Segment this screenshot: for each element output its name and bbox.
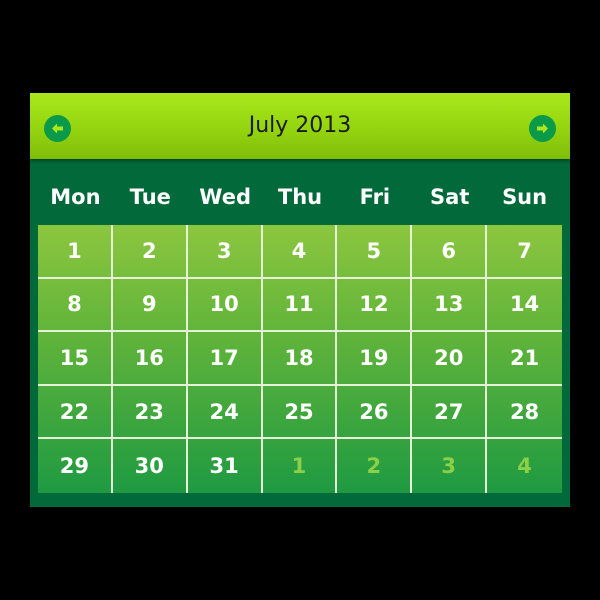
day-cell[interactable]: 1 [38, 225, 113, 279]
day-cell[interactable]: 3 [187, 225, 263, 279]
day-cell[interactable]: 26 [337, 385, 413, 440]
weekday-wed: Wed [199, 185, 251, 209]
day-cell[interactable]: 14 [487, 279, 562, 333]
day-cell[interactable]: 24 [187, 385, 263, 440]
day-cell[interactable]: 2 [112, 225, 188, 279]
day-cell[interactable]: 20 [412, 332, 488, 386]
calendar-widget: July 2013 Mon Tue Wed Thu Fri Sat Sun 12345678… [30, 93, 570, 507]
day-cell[interactable]: 10 [187, 278, 263, 333]
weekday-fri: Fri [359, 185, 391, 209]
day-cell[interactable]: 11 [262, 278, 338, 333]
next-month-button[interactable] [529, 115, 556, 142]
day-cell[interactable]: 29 [38, 439, 113, 493]
day-cell[interactable]: 15 [38, 332, 113, 386]
day-cell[interactable]: 13 [412, 278, 488, 333]
day-cell[interactable]: 27 [412, 385, 488, 440]
day-cell[interactable]: 17 [187, 332, 263, 386]
day-cell[interactable]: 5 [337, 225, 413, 279]
day-cell[interactable]: 25 [262, 385, 338, 440]
day-cell[interactable]: 21 [487, 332, 562, 386]
day-cell-next-month[interactable]: 4 [487, 439, 562, 493]
month-title: July 2013 [248, 113, 352, 138]
day-cell[interactable]: 16 [112, 332, 188, 386]
day-cell[interactable]: 31 [188, 439, 263, 493]
day-cell[interactable]: 23 [112, 385, 188, 440]
day-cell[interactable]: 22 [38, 385, 113, 440]
day-grid: 1 2 3 4 5 6 7 8 9 10 11 12 13 14 15 16 17 18 19 20 21 22 23 24 2… [38, 225, 562, 493]
weekday-tue: Tue [129, 185, 171, 209]
day-cell[interactable]: 8 [38, 278, 113, 333]
day-cell-next-month[interactable]: 2 [337, 439, 413, 493]
weekday-sun: Sun [502, 185, 548, 209]
day-cell[interactable]: 28 [487, 386, 562, 440]
day-cell[interactable]: 12 [337, 278, 413, 333]
day-cell[interactable]: 18 [262, 332, 338, 386]
arrow-right-icon [537, 123, 548, 134]
day-cell[interactable]: 9 [112, 278, 188, 333]
day-cell[interactable]: 7 [487, 225, 562, 279]
day-cell[interactable]: 4 [262, 225, 338, 279]
weekday-sat: Sat [430, 185, 470, 209]
day-cell-next-month[interactable]: 3 [412, 439, 488, 493]
calendar-header: July 2013 [30, 93, 570, 159]
day-cell[interactable]: 19 [337, 332, 413, 386]
weekday-mon: Mon [50, 185, 101, 209]
weekday-thu: Thu [277, 185, 323, 209]
day-cell[interactable]: 30 [113, 439, 188, 493]
weekday-header: Mon Tue Wed Thu Fri Sat Sun [38, 179, 562, 215]
day-cell-next-month[interactable]: 1 [263, 439, 338, 493]
day-cell[interactable]: 6 [412, 225, 488, 279]
